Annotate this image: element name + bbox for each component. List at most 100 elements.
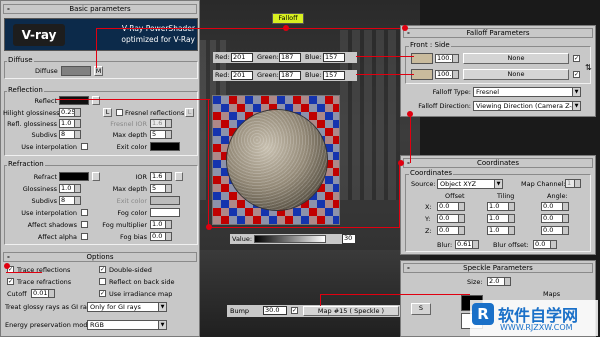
maps-label: Maps xyxy=(543,290,561,298)
refraction-section-label: Refraction xyxy=(7,160,45,168)
front-side-label: Front : Side xyxy=(409,41,451,49)
x-tiling-spinner[interactable]: 1.0 xyxy=(487,202,515,211)
annotation-line-12 xyxy=(320,294,321,306)
front-map-checkbox[interactable]: ✓ xyxy=(573,55,580,62)
reflect-on-back-side-checkbox[interactable] xyxy=(99,278,106,285)
falloff-tag[interactable]: Falloff xyxy=(272,13,304,24)
use-irradiance-map-checkbox[interactable]: ✓ xyxy=(99,290,106,297)
coordinates-title[interactable]: - Coordinates xyxy=(403,158,593,168)
color-row-2-green-value[interactable]: 187 xyxy=(279,71,301,80)
color-row-2-blue-value[interactable]: 157 xyxy=(323,71,345,80)
front-amount-spinner[interactable]: 100.0 xyxy=(435,54,459,63)
y-offset-spinner[interactable]: 0.0 xyxy=(437,214,465,223)
reflect-color-swatch[interactable] xyxy=(59,96,89,105)
falloff-tag-label: Falloff xyxy=(278,14,298,22)
y-angle-spinner[interactable]: 0.0 xyxy=(541,214,569,223)
reflection-subdivs-label: Subdivs xyxy=(31,131,57,139)
value-spinner[interactable]: 30 xyxy=(342,234,356,244)
reflection-use-interpolation-checkbox[interactable] xyxy=(81,143,88,150)
annotation-line-13 xyxy=(6,272,42,273)
cutoff-spinner[interactable]: 0.01 xyxy=(31,289,55,298)
fog-multiplier-spinner[interactable]: 1.0 xyxy=(150,220,172,229)
color-row-1-red-value[interactable]: 201 xyxy=(231,53,253,62)
cutoff-label: Cutoff xyxy=(7,290,27,298)
hilight-glossiness-spinner[interactable]: 0.25 xyxy=(59,108,81,117)
ior-spinner[interactable]: 1.6 xyxy=(150,172,172,181)
front-map-button[interactable]: None xyxy=(463,53,569,64)
energy-mode-dropdown[interactable]: RGB xyxy=(87,320,167,330)
color-row-2: Red: 201 Green: 187 Blue: 157 xyxy=(213,70,357,81)
speckle-swap-button[interactable]: S xyxy=(411,303,431,315)
material-preview[interactable] xyxy=(212,95,340,225)
refl-glossiness-spinner[interactable]: 1.0 xyxy=(59,119,81,128)
affect-alpha-checkbox[interactable] xyxy=(81,233,88,240)
refract-map-button[interactable] xyxy=(92,172,100,181)
diffuse-color-swatch[interactable] xyxy=(61,66,91,76)
fresnel-ior-spinner[interactable]: 1.6 xyxy=(150,119,172,128)
front-color-swatch[interactable] xyxy=(411,53,433,64)
basic-parameters-title[interactable]: - Basic parameters xyxy=(3,4,197,14)
color-row-2-red-value[interactable]: 201 xyxy=(231,71,253,80)
reflection-subdivs-spinner[interactable]: 8 xyxy=(59,130,81,139)
trace-refractions-checkbox[interactable]: ✓ xyxy=(7,278,14,285)
color-row-1-blue-value[interactable]: 157 xyxy=(323,53,345,62)
fog-color-swatch[interactable] xyxy=(150,208,180,217)
source-dropdown[interactable]: Object XYZ xyxy=(437,179,503,189)
use-irradiance-map-label: Use irradiance map xyxy=(109,290,173,298)
ior-map-button[interactable] xyxy=(175,172,183,181)
side-color-swatch[interactable] xyxy=(411,69,433,80)
hilight-lock-button[interactable]: L xyxy=(103,108,112,117)
x-axis-label: X: xyxy=(425,203,432,211)
color-row-1-green-value[interactable]: 187 xyxy=(279,53,301,62)
z-offset-spinner[interactable]: 0.0 xyxy=(437,226,465,235)
value-gradient[interactable] xyxy=(254,235,326,243)
reflection-max-depth-spinner[interactable]: 5 xyxy=(150,130,172,139)
falloff-parameters-title[interactable]: - Falloff Parameters xyxy=(403,28,593,38)
y-tiling-spinner[interactable]: 1.0 xyxy=(487,214,515,223)
z-tiling-spinner[interactable]: 1.0 xyxy=(487,226,515,235)
refraction-subdivs-spinner[interactable]: 8 xyxy=(59,196,81,205)
refraction-exit-color-swatch[interactable] xyxy=(150,196,180,205)
options-title[interactable]: - Options xyxy=(3,252,197,262)
diffuse-label: Diffuse xyxy=(35,67,58,75)
annotation-dot-4 xyxy=(398,160,404,166)
bump-enabled-checkbox[interactable]: ✓ xyxy=(291,307,298,314)
blur-spinner[interactable]: 0.61 xyxy=(455,240,479,249)
side-map-checkbox[interactable]: ✓ xyxy=(573,71,580,78)
falloff-direction-dropdown[interactable]: Viewing Direction (Camera Z-Axis) xyxy=(473,101,581,111)
refraction-max-depth-spinner[interactable]: 5 xyxy=(150,184,172,193)
bump-row: Bump 30.0 ✓ Map #15 ( Speckle ) xyxy=(227,305,401,317)
side-amount-spinner[interactable]: 100.0 xyxy=(435,70,459,79)
annotation-line-3 xyxy=(288,28,400,29)
treat-glossy-dropdown[interactable]: Only for GI rays xyxy=(87,302,167,312)
map-channel-spinner[interactable]: 1 xyxy=(565,179,581,188)
speckle-parameters-title[interactable]: - Speckle Parameters xyxy=(403,263,593,273)
refraction-glossiness-label: Glossiness xyxy=(22,185,57,193)
fresnel-lock-button[interactable]: L xyxy=(185,108,194,117)
fresnel-reflections-checkbox[interactable] xyxy=(116,109,123,116)
blur-offset-label: Blur offset: xyxy=(493,241,529,249)
refraction-use-interpolation-checkbox[interactable] xyxy=(81,209,88,216)
annotation-line-2 xyxy=(96,28,286,29)
reflect-map-button[interactable] xyxy=(92,96,100,105)
affect-shadows-checkbox[interactable] xyxy=(81,221,88,228)
bump-map-button[interactable]: Map #15 ( Speckle ) xyxy=(303,306,399,316)
sphere-speckle xyxy=(227,110,327,210)
fog-bias-spinner[interactable]: 0.0 xyxy=(150,232,172,241)
fog-multiplier-label: Fog multiplier xyxy=(102,221,147,229)
z-angle-spinner[interactable]: 0.0 xyxy=(541,226,569,235)
double-sided-checkbox[interactable]: ✓ xyxy=(99,266,106,273)
swap-colors-icon[interactable]: ⇅ xyxy=(585,63,592,72)
side-map-button[interactable]: None xyxy=(463,69,569,80)
x-offset-spinner[interactable]: 0.0 xyxy=(437,202,465,211)
falloff-type-dropdown[interactable]: Fresnel xyxy=(473,87,581,97)
reflection-exit-color-swatch[interactable] xyxy=(150,142,180,151)
x-angle-spinner[interactable]: 0.0 xyxy=(541,202,569,211)
refract-color-swatch[interactable] xyxy=(59,172,89,181)
falloff-type-label: Falloff Type: xyxy=(432,88,471,96)
refraction-glossiness-spinner[interactable]: 1.0 xyxy=(59,184,81,193)
size-spinner[interactable]: 2.0 xyxy=(487,277,511,286)
bump-spinner[interactable]: 30.0 xyxy=(263,306,287,315)
offset-header: Offset xyxy=(445,192,465,200)
blur-offset-spinner[interactable]: 0.0 xyxy=(533,240,557,249)
